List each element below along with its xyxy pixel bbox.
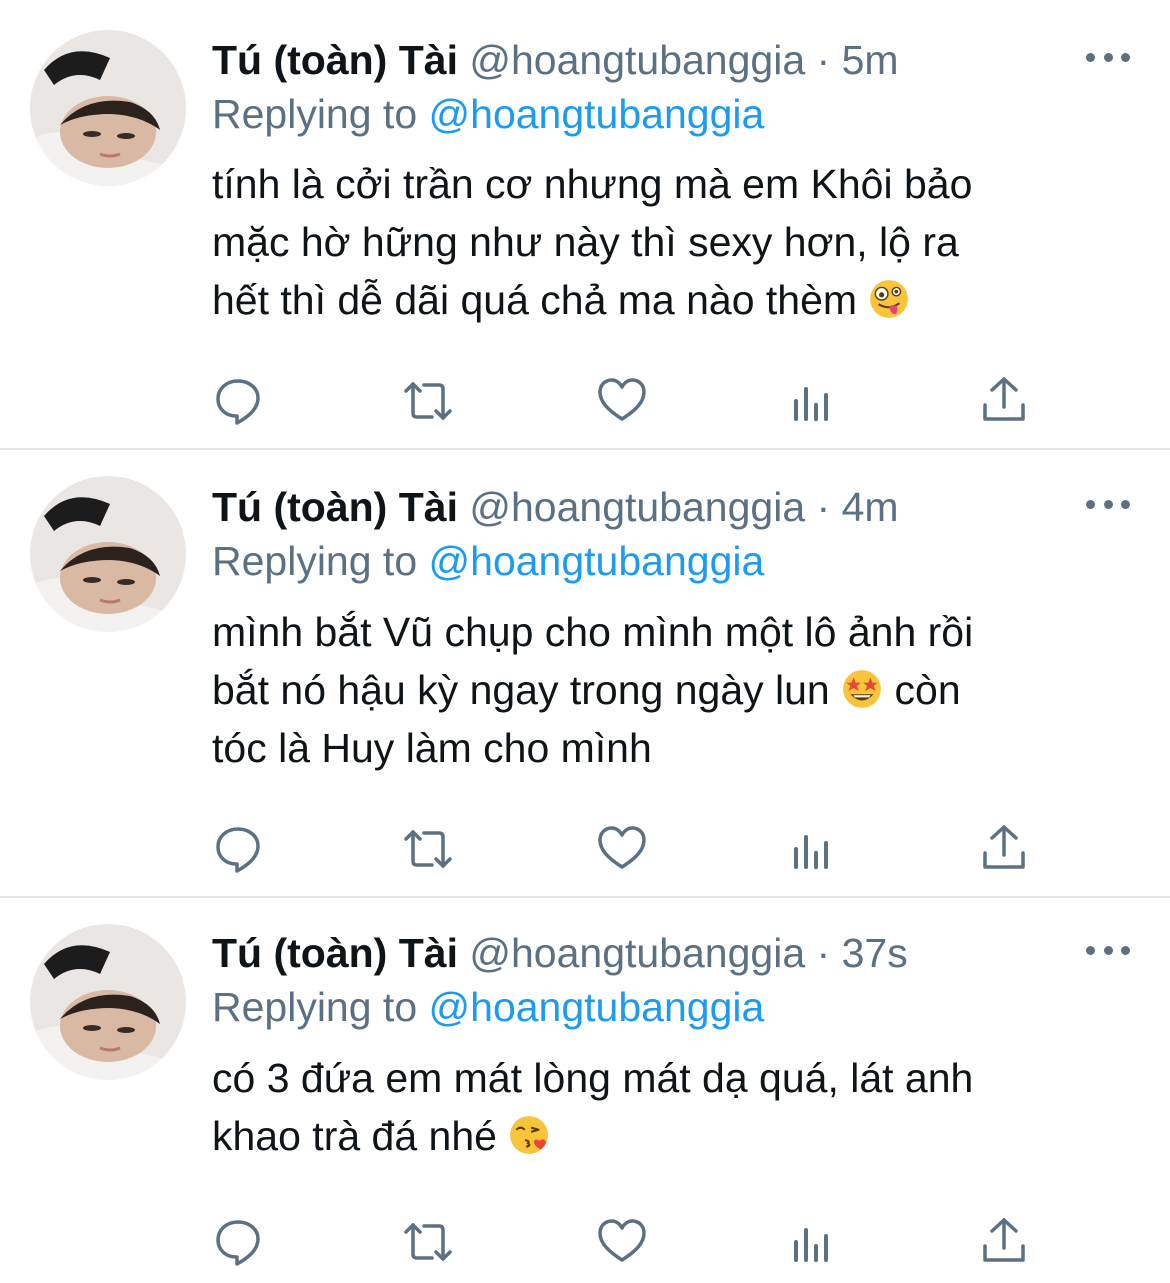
- replying-to-label: Replying to: [212, 984, 418, 1030]
- tweet-text-line: mình bắt Vũ chụp cho mình một lô ảnh rồi: [212, 609, 974, 655]
- tweet-text-line: tính là cởi trần cơ nhưng mà em Khôi bảo: [212, 161, 973, 207]
- avatar[interactable]: [30, 924, 186, 1080]
- tweet-text-line: bắt nó hậu kỳ ngay trong ngày lun: [212, 667, 830, 713]
- replying-to-handle[interactable]: @hoangtubanggia: [429, 538, 765, 584]
- analytics-icon[interactable]: [786, 375, 838, 427]
- tweet-actions: [0, 375, 1170, 427]
- display-name[interactable]: Tú (toàn) Tài: [212, 37, 458, 83]
- reply-icon[interactable]: [212, 823, 264, 875]
- tweet-text-line: còn: [894, 667, 961, 713]
- reply-icon[interactable]: [212, 375, 264, 427]
- separator: ·: [816, 37, 831, 83]
- replying-to: Replying to @hoangtubanggia: [212, 89, 764, 139]
- retweet-icon[interactable]: [402, 375, 454, 427]
- display-name[interactable]: Tú (toàn) Tài: [212, 930, 458, 976]
- tweet[interactable]: Tú (toàn) Tài @hoangtubanggia · 5m Reply…: [0, 0, 1170, 448]
- analytics-icon[interactable]: [786, 823, 838, 875]
- timestamp[interactable]: 37s: [842, 930, 908, 976]
- more-options-icon[interactable]: [1086, 47, 1130, 67]
- tweet-text: có 3 đứa em mát lòng mát dạ quá, lát anh…: [212, 1049, 1132, 1165]
- tweet-text: tính là cởi trần cơ nhưng mà em Khôi bảo…: [212, 155, 1132, 329]
- like-icon[interactable]: [596, 1216, 648, 1268]
- tweet-text-line: khao trà đá nhé: [212, 1113, 497, 1159]
- tweet-text-line: hết thì dễ dãi quá chả ma nào thèm: [212, 277, 858, 323]
- user-handle[interactable]: @hoangtubanggia: [469, 930, 805, 976]
- retweet-icon[interactable]: [402, 823, 454, 875]
- replying-to-label: Replying to: [212, 538, 418, 584]
- avatar[interactable]: [30, 30, 186, 186]
- tweet-header: Tú (toàn) Tài @hoangtubanggia · 5m: [212, 35, 1020, 85]
- tweet-text-line: tóc là Huy làm cho mình: [212, 725, 652, 771]
- tweet-actions: [0, 823, 1170, 875]
- retweet-icon[interactable]: [402, 1216, 454, 1268]
- replying-to: Replying to @hoangtubanggia: [212, 982, 764, 1032]
- like-icon[interactable]: [596, 375, 648, 427]
- star-struck-emoji: [841, 668, 883, 710]
- tweet[interactable]: Tú (toàn) Tài @hoangtubanggia · 4m Reply…: [0, 450, 1170, 896]
- analytics-icon[interactable]: [786, 1216, 838, 1268]
- tweet-header: Tú (toàn) Tài @hoangtubanggia · 37s: [212, 928, 1020, 978]
- user-handle[interactable]: @hoangtubanggia: [469, 484, 805, 530]
- like-icon[interactable]: [596, 823, 648, 875]
- share-icon[interactable]: [978, 375, 1030, 427]
- user-handle[interactable]: @hoangtubanggia: [469, 37, 805, 83]
- share-icon[interactable]: [978, 1216, 1030, 1268]
- more-options-icon[interactable]: [1086, 494, 1130, 514]
- separator: ·: [816, 484, 831, 530]
- reply-icon[interactable]: [212, 1216, 264, 1268]
- tweet[interactable]: Tú (toàn) Tài @hoangtubanggia · 37s Repl…: [0, 898, 1170, 1283]
- tweet-header: Tú (toàn) Tài @hoangtubanggia · 4m: [212, 482, 1020, 532]
- display-name[interactable]: Tú (toàn) Tài: [212, 484, 458, 530]
- replying-to: Replying to @hoangtubanggia: [212, 536, 764, 586]
- replying-to-label: Replying to: [212, 91, 418, 137]
- share-icon[interactable]: [978, 823, 1030, 875]
- replying-to-handle[interactable]: @hoangtubanggia: [429, 984, 765, 1030]
- tweet-text: mình bắt Vũ chụp cho mình một lô ảnh rồi…: [212, 603, 1132, 777]
- separator: ·: [816, 930, 831, 976]
- replying-to-handle[interactable]: @hoangtubanggia: [429, 91, 765, 137]
- avatar[interactable]: [30, 476, 186, 632]
- kissing-heart-emoji: [508, 1114, 550, 1156]
- tweet-text-line: có 3 đứa em mát lòng mát dạ quá, lát anh: [212, 1055, 974, 1101]
- tweet-actions: [0, 1216, 1170, 1268]
- timestamp[interactable]: 5m: [842, 37, 899, 83]
- tweet-text-line: mặc hờ hững như này thì sexy hơn, lộ ra: [212, 219, 959, 265]
- zany-face-emoji: [868, 278, 910, 320]
- more-options-icon[interactable]: [1086, 940, 1130, 960]
- timestamp[interactable]: 4m: [842, 484, 899, 530]
